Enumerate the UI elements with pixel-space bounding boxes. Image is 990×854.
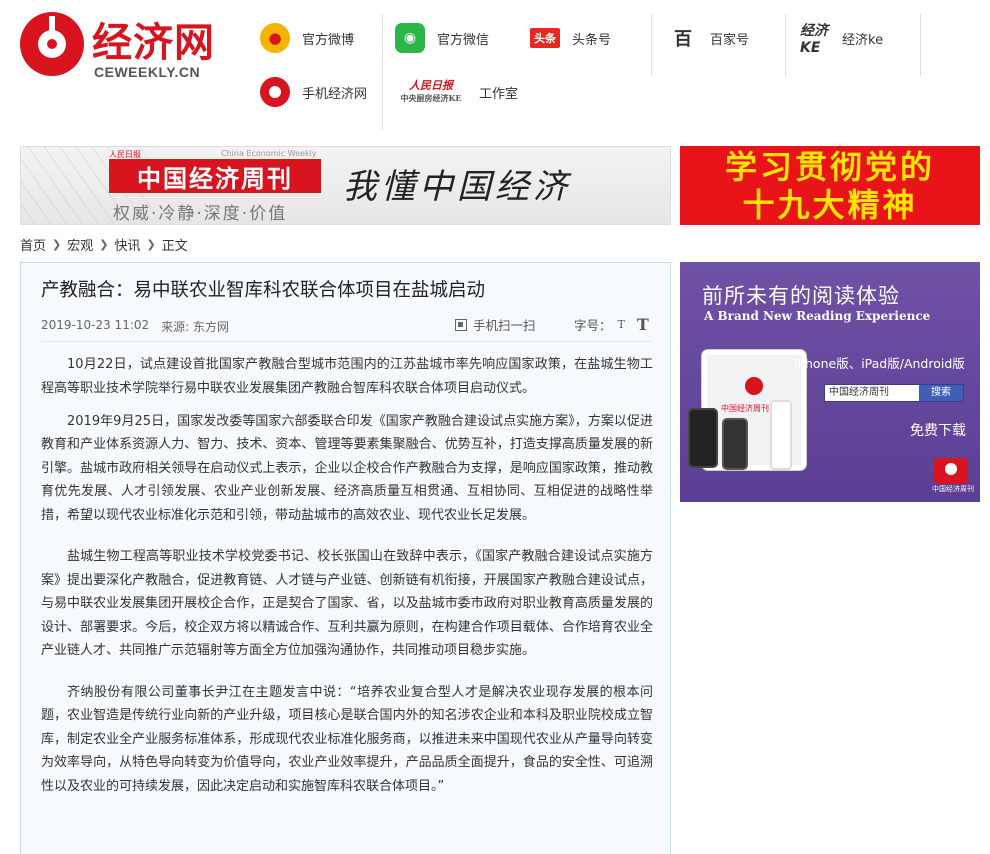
article-date: 2019-10-23 11:02 [41, 318, 150, 332]
header-links: ● 官方微博 ◉ 官方微信 头条 头条号 百 百家号 经济KE 经济ke 手机经… [250, 14, 922, 130]
toutiao-icon: 头条 [530, 28, 560, 48]
weixin-icon: ◉ [395, 23, 425, 53]
phone-icon [770, 400, 792, 470]
jingjike-icon: 经济KE [800, 23, 828, 56]
free-download-link[interactable]: 免费下载 [910, 420, 966, 440]
breadcrumb-home[interactable]: 首页 [20, 235, 46, 254]
article-paragraph: 齐纳股份有限公司董事长尹江在主题发言中说：“培养农业复合型人才是解决农业现存发展… [41, 684, 653, 794]
divider [920, 14, 921, 76]
party-banner-line2: 十九大精神 [742, 185, 918, 224]
breadcrumb-current: 正文 [161, 238, 188, 254]
ad-search-button[interactable]: 搜索 [919, 385, 963, 401]
banner-title: 中国经济周刊 [109, 159, 321, 193]
banner-small-en: China Economic Weekly [221, 149, 317, 158]
rmrb-icon: 人民日报 中央厨房经济KE [395, 76, 467, 108]
ad-subline: A Brand New Reading Experience [704, 309, 931, 323]
link-mobile[interactable]: 手机经济网 [260, 74, 367, 110]
site-logo[interactable]: 经济网 CEWEEKLY.CN [20, 12, 215, 84]
breadcrumb-separator-icon: ❯ [146, 237, 156, 251]
article-paragraph: 盐城生物工程高等职业技术学校党委书记、校长张国山在致辞中表示，《国家产教融合建设… [41, 549, 653, 658]
logo-mark-icon [20, 12, 84, 76]
breadcrumb-macro[interactable]: 宏观 [67, 235, 93, 254]
article: 产教融合：易中联农业智库科农联合体项目在盐城启动 2019-10-23 11:0… [20, 262, 671, 854]
link-toutiao-label: 头条号 [572, 32, 612, 48]
article-body: 10月22日，试点建设首批国家产教融合型城市范围内的江苏盐城市率先响应国家政策，… [41, 353, 653, 808]
breadcrumb-news[interactable]: 快讯 [114, 235, 140, 254]
link-mobile-label: 手机经济网 [302, 86, 368, 102]
rmrb-icon-sub: 中央厨房经济KE [400, 93, 462, 103]
article-paragraph: 10月22日，试点建设首批国家产教融合型城市范围内的江苏盐城市率先响应国家政策，… [41, 357, 653, 396]
logo-text: 经济网 [92, 19, 215, 66]
party-banner-line1: 学习贯彻党的 [724, 147, 935, 186]
link-studio-label: 工作室 [479, 86, 519, 102]
divider [41, 341, 652, 342]
link-jingjike-label: 经济ke [842, 32, 884, 48]
link-jingjike[interactable]: 经济KE 经济ke [800, 20, 883, 56]
font-size-label: 字号： [574, 318, 612, 333]
tablet-text: 中国经济周刊 [721, 404, 769, 413]
app-logo-icon [934, 458, 968, 484]
ad-search-box: 中国经济周刊 搜索 [824, 384, 964, 402]
ad-platforms: iPhone版、iPad版/Android版 [794, 356, 965, 371]
font-larger-button[interactable]: T [637, 315, 649, 334]
mobile-scan-label: 手机扫一扫 [473, 318, 536, 333]
font-smaller-button[interactable]: T [618, 318, 625, 331]
link-toutiao[interactable]: 头条 头条号 [530, 20, 611, 56]
breadcrumb-separator-icon: ❯ [99, 237, 109, 251]
app-name: 中国经济周刊 [932, 485, 974, 493]
banner-calligraphy: 我懂中国经济 [343, 167, 571, 207]
magazine-banner[interactable]: 人民日报 China Economic Weekly 中国经济周刊 权威·冷静·… [20, 146, 671, 225]
article-paragraph: 2019年9月25日，国家发改委等国家六部委联合印发《国家产教融合建设试点实施方… [41, 413, 653, 523]
weibo-icon: ● [260, 23, 290, 53]
ad-headline: 前所未有的阅读体验 [702, 284, 900, 308]
article-source: 来源: 东方网 [161, 320, 229, 334]
divider [785, 14, 786, 76]
link-baijiahao-label: 百家号 [710, 32, 750, 48]
breadcrumb: 首页 ❯ 宏观 ❯ 快讯 ❯ 正文 [20, 235, 188, 254]
mobile-icon [260, 77, 290, 107]
article-title: 产教融合：易中联农业智库科农联合体项目在盐城启动 [41, 280, 486, 301]
mobile-scan-button[interactable]: 手机扫一扫 [455, 315, 536, 334]
phone-icon [688, 408, 718, 468]
rmrb-icon-text: 人民日报 [409, 79, 453, 92]
party-banner[interactable]: 学习贯彻党的 十九大精神 [680, 146, 980, 225]
phone-icon [722, 418, 748, 470]
link-studio[interactable]: 人民日报 中央厨房经济KE 工作室 [395, 74, 518, 110]
ad-search-input[interactable]: 中国经济周刊 [825, 385, 919, 401]
link-weibo[interactable]: ● 官方微博 [260, 20, 354, 56]
link-baijiahao[interactable]: 百 百家号 [668, 20, 749, 56]
divider [382, 14, 383, 130]
qr-code-icon [455, 318, 467, 331]
link-weixin-label: 官方微信 [437, 32, 490, 48]
font-size-control: 字号： T T [574, 315, 649, 334]
link-weixin[interactable]: ◉ 官方微信 [395, 20, 489, 56]
logo-domain: CEWEEKLY.CN [94, 64, 201, 80]
divider [651, 14, 652, 76]
link-weibo-label: 官方微博 [302, 32, 355, 48]
breadcrumb-separator-icon: ❯ [52, 237, 62, 251]
baijiahao-icon: 百 [674, 29, 692, 50]
banner-tagline: 权威·冷静·深度·价值 [113, 204, 288, 224]
app-download-ad[interactable]: 前所未有的阅读体验 A Brand New Reading Experience… [680, 262, 980, 502]
article-meta: 2019-10-23 11:02 来源: 东方网 [41, 318, 229, 335]
